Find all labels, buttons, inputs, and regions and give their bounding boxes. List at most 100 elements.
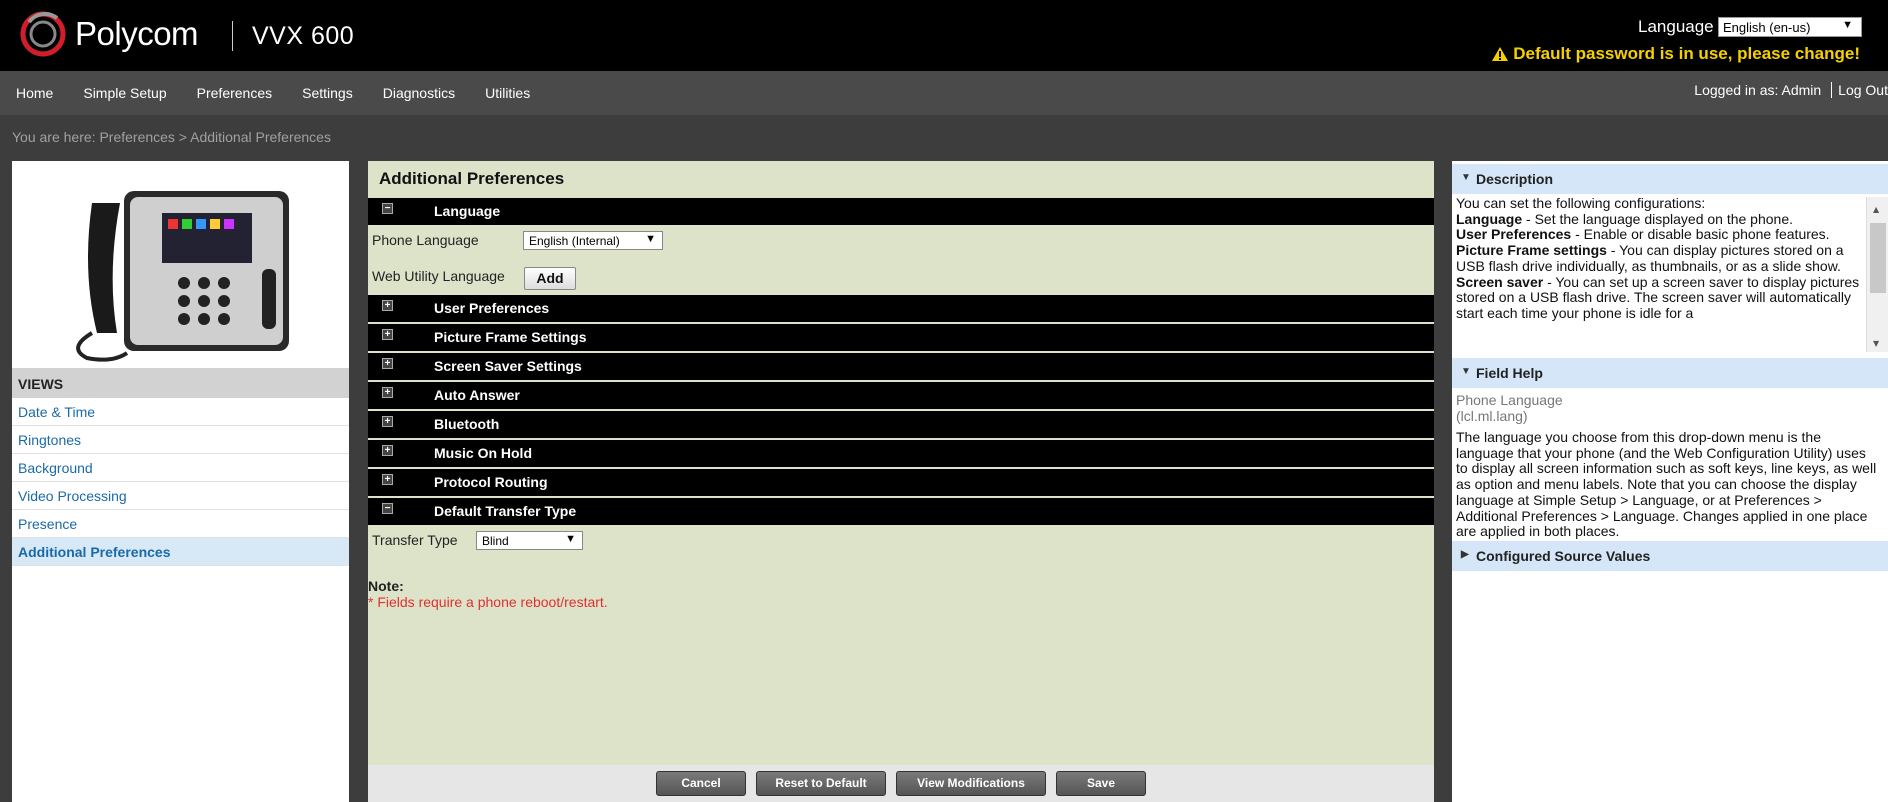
description-term: User Preferences [1456, 226, 1572, 243]
section-label: User Preferences [434, 300, 550, 316]
expand-icon[interactable]: + [382, 300, 393, 311]
description-item: Picture Frame settings - You can display… [1456, 242, 1861, 274]
nav-diagnostics[interactable]: Diagnostics [368, 85, 470, 101]
top-header: Polycom VVX 600 Language English (en-us)… [0, 0, 1888, 71]
language-select-value: English (en-us) [1723, 20, 1811, 35]
field-help-field: Phone Language [1456, 392, 1563, 408]
view-item-ringtones[interactable]: Ringtones [12, 426, 349, 454]
section-music-on-hold[interactable]: + Music On Hold [368, 440, 1434, 467]
logout-link[interactable]: Log Out [1838, 82, 1888, 98]
view-item-date-time[interactable]: Date & Time [12, 398, 349, 426]
description-item: Language - Set the language displayed on… [1456, 210, 1861, 228]
section-label: Default Transfer Type [434, 503, 577, 519]
description-detail: - Enable or disable basic phone features… [1571, 226, 1830, 243]
model-name: VVX 600 [252, 22, 355, 50]
main-navbar: Home Simple Setup Preferences Settings D… [0, 71, 1888, 115]
language-label: Language [1638, 17, 1714, 36]
reset-to-default-button[interactable]: Reset to Default [756, 771, 886, 796]
dropdown-arrow-icon: ▼ [645, 233, 656, 245]
cancel-button[interactable]: Cancel [656, 771, 746, 796]
dropdown-arrow-icon: ▼ [565, 533, 576, 545]
section-user-preferences[interactable]: + User Preferences [368, 295, 1434, 322]
expand-icon[interactable]: + [382, 445, 393, 456]
expand-icon[interactable]: + [382, 416, 393, 427]
user-info-divider [1831, 82, 1833, 98]
configured-source-values-heading: Configured Source Values [1476, 548, 1651, 564]
description-scrollbar[interactable]: ▲ ▼ [1866, 197, 1888, 352]
description-intro: You can set the following configurations… [1456, 196, 1706, 211]
scroll-down-icon[interactable]: ▼ [1873, 339, 1879, 348]
description-term: Picture Frame settings [1456, 242, 1607, 259]
section-language[interactable]: − Language [368, 198, 1434, 225]
view-modifications-button[interactable]: View Modifications [896, 771, 1046, 796]
expand-icon[interactable]: + [382, 358, 393, 369]
polycom-logo: Polycom [19, 10, 199, 58]
section-label: Protocol Routing [434, 474, 548, 490]
field-help-header[interactable]: ▼ Field Help [1452, 358, 1888, 388]
phone-language-select[interactable]: English (Internal) ▼ [523, 231, 663, 250]
description-term: Screen saver [1456, 273, 1544, 290]
configured-source-values-header[interactable]: ▶ Configured Source Values [1452, 541, 1888, 571]
section-protocol-routing[interactable]: + Protocol Routing [368, 469, 1434, 496]
section-screen-saver-settings[interactable]: + Screen Saver Settings [368, 353, 1434, 380]
nav-preferences[interactable]: Preferences [182, 85, 287, 101]
description-heading: Description [1476, 171, 1554, 187]
page-title: Additional Preferences [379, 169, 565, 188]
expand-icon[interactable]: + [382, 474, 393, 485]
phone-language-value: English (Internal) [529, 234, 620, 248]
action-bar: Cancel Reset to Default View Modificatio… [368, 765, 1434, 802]
dropdown-arrow-icon: ▼ [1842, 19, 1853, 31]
section-default-transfer-type[interactable]: − Default Transfer Type [368, 498, 1434, 525]
section-label: Picture Frame Settings [434, 329, 587, 345]
expand-icon[interactable]: + [382, 329, 393, 340]
nav-utilities[interactable]: Utilities [470, 85, 545, 101]
save-button[interactable]: Save [1056, 771, 1146, 796]
collapse-icon[interactable]: − [382, 203, 393, 214]
transfer-type-select[interactable]: Blind ▼ [476, 531, 583, 550]
logged-in-text: Logged in as: Admin [1694, 82, 1822, 98]
phone-language-label: Phone Language [372, 232, 479, 248]
field-help-name: Phone Language (lcl.ml.lang) [1456, 392, 1563, 424]
password-warning: Default password is in use, please chang… [1491, 44, 1860, 64]
left-sidebar: VIEWS Date & Time Ringtones Background V… [12, 161, 349, 802]
nav-settings[interactable]: Settings [287, 85, 368, 101]
reboot-note: * Fields require a phone reboot/restart. [368, 594, 608, 610]
brand-name: Polycom [75, 15, 199, 52]
view-item-background[interactable]: Background [12, 454, 349, 482]
view-item-presence[interactable]: Presence [12, 510, 349, 538]
nav-simple-setup[interactable]: Simple Setup [68, 85, 181, 101]
section-label: Auto Answer [434, 387, 520, 403]
section-label: Music On Hold [434, 445, 532, 461]
section-bluetooth[interactable]: + Bluetooth [368, 411, 1434, 438]
description-text: You can set the following configurations… [1456, 196, 1861, 322]
scroll-up-icon[interactable]: ▲ [1873, 205, 1879, 214]
view-item-video-processing[interactable]: Video Processing [12, 482, 349, 510]
header-divider [232, 21, 233, 51]
field-help-text: The language you choose from this drop-d… [1456, 429, 1877, 540]
view-item-additional-preferences[interactable]: Additional Preferences [12, 538, 349, 566]
add-language-button[interactable]: Add [524, 267, 576, 290]
section-label: Language [434, 203, 501, 219]
expanded-triangle-icon: ▼ [1461, 366, 1471, 377]
views-heading: VIEWS [12, 368, 349, 398]
description-detail: - Set the language displayed on the phon… [1522, 210, 1793, 227]
description-header[interactable]: ▼ Description [1452, 164, 1888, 194]
section-picture-frame-settings[interactable]: + Picture Frame Settings [368, 324, 1434, 351]
section-label: Screen Saver Settings [434, 358, 582, 374]
web-utility-language-label: Web Utility Language [372, 268, 505, 284]
scrollbar-thumb[interactable] [1870, 223, 1886, 293]
description-box: You can set the following configurations… [1452, 196, 1888, 353]
polycom-logo-icon [20, 11, 66, 57]
description-item: User Preferences - Enable or disable bas… [1456, 227, 1861, 243]
breadcrumb: You are here: Preferences > Additional P… [12, 129, 331, 145]
nav-home[interactable]: Home [0, 85, 68, 101]
warning-icon [1492, 47, 1509, 61]
collapse-icon[interactable]: − [382, 503, 393, 514]
transfer-type-value: Blind [482, 534, 509, 548]
language-select[interactable]: English (en-us) ▼ [1718, 17, 1862, 37]
expand-icon[interactable]: + [382, 387, 393, 398]
section-auto-answer[interactable]: + Auto Answer [368, 382, 1434, 409]
user-info: Logged in as: Admin Log Out [1694, 82, 1888, 98]
password-warning-text: Default password is in use, please chang… [1513, 44, 1860, 63]
help-panel: ▼ Description You can set the following … [1452, 161, 1888, 802]
